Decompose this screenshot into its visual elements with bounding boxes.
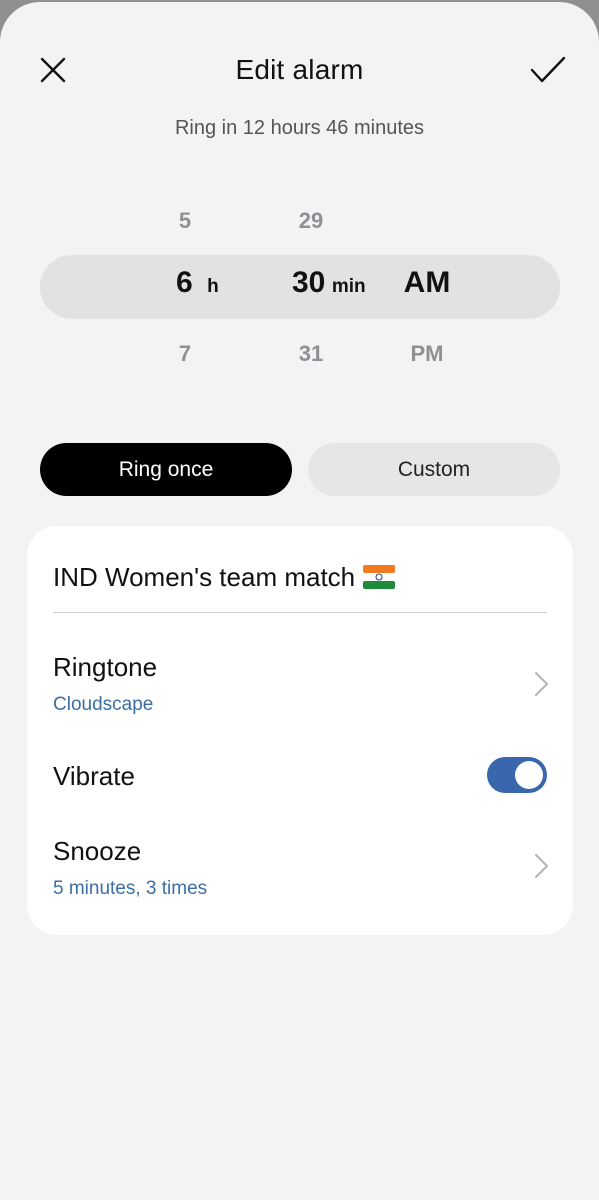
header: Edit alarm Ring in 12 hours 46 minutes: [0, 2, 599, 142]
checkmark-icon: [530, 56, 566, 83]
vibrate-toggle[interactable]: [487, 757, 547, 793]
minute-next[interactable]: 31: [286, 341, 336, 367]
page-title: Edit alarm: [235, 54, 364, 85]
alarm-settings-card: IND Women's team match Ringtone Cloudsca…: [27, 526, 573, 935]
minute-selected: 30: [292, 266, 326, 299]
ringtone-label: Ringtone: [53, 652, 158, 682]
snooze-value: 5 minutes, 3 times: [53, 878, 208, 899]
toggle-knob: [515, 761, 543, 789]
ampm-next[interactable]: PM: [392, 341, 462, 367]
alarm-name-text: IND Women's team match: [53, 562, 356, 592]
hour-next[interactable]: 7: [160, 341, 210, 367]
alarm-name-field[interactable]: IND Women's team match: [53, 562, 547, 613]
minute-prev[interactable]: 29: [286, 208, 336, 234]
chevron-right-icon: [535, 672, 548, 696]
ring-once-button[interactable]: Ring once: [40, 443, 292, 496]
minute-wheel-selected[interactable]: 30 min: [292, 266, 392, 300]
snooze-row[interactable]: Snooze 5 minutes, 3 times: [27, 822, 573, 912]
confirm-button[interactable]: [524, 46, 572, 94]
hour-unit: h: [207, 276, 219, 297]
minute-unit: min: [331, 276, 366, 297]
hour-selected: 6: [176, 266, 193, 299]
ringtone-value: Cloudscape: [53, 694, 154, 715]
edit-alarm-sheet: Edit alarm Ring in 12 hours 46 minutes 5…: [0, 2, 599, 1200]
snooze-label: Snooze: [53, 836, 142, 866]
hour-wheel-selected[interactable]: 6 h: [150, 266, 240, 300]
ringtone-row[interactable]: Ringtone Cloudscape: [27, 636, 573, 726]
chevron-right-icon: [535, 854, 548, 878]
flag-india-icon: [363, 565, 396, 596]
time-picker: 5 6 h 7 29 30 min 31 AM PM: [0, 192, 599, 382]
ring-in-subtitle: Ring in 12 hours 46 minutes: [174, 117, 425, 139]
hour-prev[interactable]: 5: [160, 208, 210, 234]
ampm-selected[interactable]: AM: [392, 266, 462, 300]
custom-repeat-button[interactable]: Custom: [308, 443, 560, 496]
vibrate-label: Vibrate: [53, 761, 135, 791]
